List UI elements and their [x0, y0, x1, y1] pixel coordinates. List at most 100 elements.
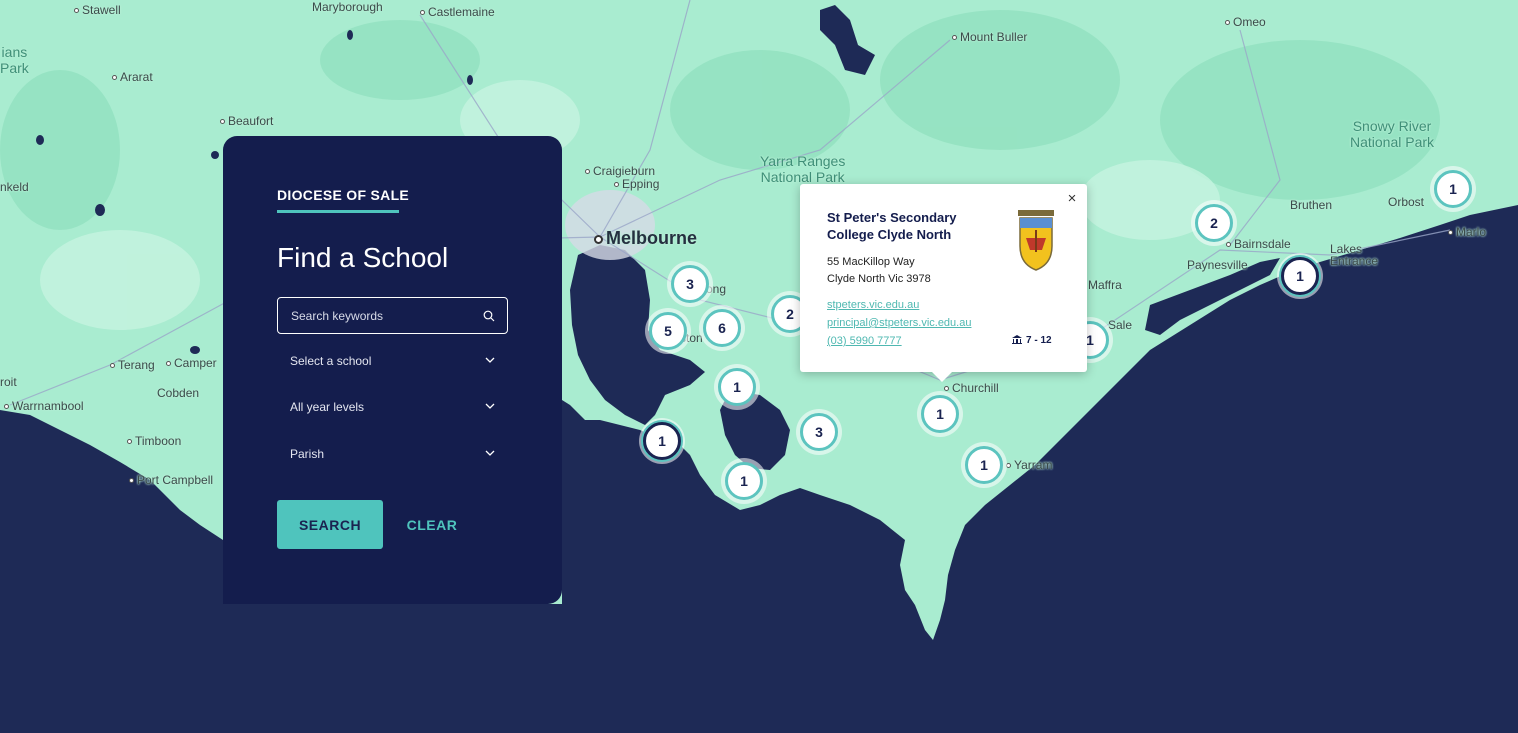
place-label: Ararat: [112, 70, 153, 84]
place-name: Yarra Ranges: [760, 153, 846, 169]
place-label: Maryborough: [312, 0, 383, 14]
map-marker-icon: [1225, 20, 1230, 26]
school-cluster[interactable]: 1: [961, 442, 1007, 488]
map-marker-icon: [952, 35, 957, 41]
website-link[interactable]: stpeters.vic.edu.au: [827, 296, 971, 314]
place-label: roit: [0, 375, 17, 389]
place-name: Beaufort: [228, 114, 274, 128]
place-name: ians: [1, 44, 28, 60]
school-building-icon: [1012, 335, 1022, 344]
map-marker-icon: [1448, 230, 1453, 236]
place-label: Beaufort: [220, 114, 273, 128]
map-marker-icon: [1226, 242, 1231, 248]
year-level-select[interactable]: All year levels: [277, 392, 508, 422]
place-name: Park: [0, 60, 29, 76]
place-name: Maffra: [1088, 278, 1122, 292]
place-name: Mount Buller: [960, 30, 1028, 44]
cluster-count: 1: [725, 462, 763, 500]
select-label: All year levels: [290, 400, 365, 414]
search-input[interactable]: [278, 298, 507, 333]
map-marker-icon: [110, 363, 115, 369]
close-icon[interactable]: ×: [1065, 191, 1079, 206]
school-cluster[interactable]: 3: [796, 409, 842, 455]
place-label-city: Melbourne: [594, 228, 697, 249]
school-contact-links: stpeters.vic.edu.au principal@stpeters.v…: [827, 296, 971, 350]
place-label: Orbost: [1388, 195, 1424, 209]
cluster-count: 1: [718, 368, 756, 406]
place-label: Bruthen: [1290, 198, 1332, 212]
year-levels: 7 - 12: [1012, 335, 1052, 346]
cluster-count: 1: [1434, 170, 1472, 208]
address-line: Clyde North Vic 3978: [827, 273, 931, 285]
clear-button[interactable]: CLEAR: [399, 500, 465, 549]
place-label: Omeo: [1225, 15, 1266, 29]
email-link[interactable]: principal@stpeters.vic.edu.au: [827, 314, 971, 332]
cluster-count: 1: [921, 395, 959, 433]
place-name: Melbourne: [606, 228, 698, 248]
place-name: Bruthen: [1290, 198, 1333, 212]
place-label: Maffra: [1088, 278, 1122, 292]
place-label: nkeld: [0, 180, 29, 194]
cluster-count: 3: [800, 413, 838, 451]
cluster-count: 1: [1281, 257, 1319, 295]
place-name: Marlo: [1456, 225, 1487, 239]
map-marker-icon: [594, 234, 603, 244]
place-name: Craigieburn: [593, 164, 656, 178]
map-marker-icon: [220, 119, 225, 125]
place-label: Lakes Entrance: [1330, 243, 1378, 267]
select-label: Parish: [290, 447, 325, 461]
place-name: Epping: [622, 177, 660, 191]
map-marker-icon: [74, 8, 79, 14]
school-cluster[interactable]: 2: [1191, 200, 1237, 246]
place-name: Churchill: [952, 381, 999, 395]
place-name: nkeld: [0, 180, 29, 194]
search-button[interactable]: SEARCH: [277, 500, 383, 549]
parish-select[interactable]: Parish: [277, 439, 508, 469]
map-marker-icon: [129, 478, 134, 484]
school-cluster[interactable]: 1: [721, 458, 767, 504]
place-label: Epping: [614, 177, 659, 191]
school-select[interactable]: Select a school: [277, 346, 508, 376]
phone-link[interactable]: (03) 5990 7777: [827, 332, 971, 350]
school-info-popup: × St Peter's Secondary College Clyde Nor…: [800, 184, 1087, 382]
place-label: Craigieburn: [585, 164, 655, 178]
cluster-count: 6: [703, 309, 741, 347]
school-cluster[interactable]: 3: [667, 261, 713, 307]
place-name: Omeo: [1233, 15, 1266, 29]
place-name: Stawell: [82, 3, 121, 17]
place-name: Terang: [118, 358, 155, 372]
place-name: National Park: [760, 169, 845, 185]
place-name: Timboon: [135, 434, 182, 448]
address-line: 55 MacKillop Way: [827, 256, 915, 268]
search-icon[interactable]: [483, 310, 495, 322]
place-name: Orbost: [1388, 195, 1425, 209]
school-address: 55 MacKillop Way Clyde North Vic 3978: [827, 254, 931, 288]
place-name: Ararat: [120, 70, 153, 84]
school-name: St Peter's Secondary College Clyde North: [827, 210, 957, 242]
place-label: Port Campbell: [129, 473, 213, 487]
place-name: Castlemaine: [428, 5, 495, 19]
cluster-count: 3: [671, 265, 709, 303]
school-cluster[interactable]: 1: [1277, 253, 1323, 299]
place-name: Paynesville: [1187, 258, 1248, 272]
map-marker-icon: [614, 182, 619, 188]
place-label: Camper: [166, 356, 217, 370]
place-label: Cobden: [157, 386, 199, 400]
place-name: Camper: [174, 356, 217, 370]
school-cluster[interactable]: 1: [917, 391, 963, 437]
cluster-count: 1: [643, 422, 681, 460]
place-name: Bairnsdale: [1234, 237, 1291, 251]
place-name: Entrance: [1330, 254, 1379, 268]
place-label: Marlo: [1448, 225, 1486, 239]
cluster-count: 2: [1195, 204, 1233, 242]
school-cluster[interactable]: 1: [1430, 166, 1476, 212]
place-label-park: Snowy River National Park: [1350, 118, 1434, 150]
school-cluster[interactable]: 1: [639, 418, 685, 464]
school-cluster[interactable]: 6: [699, 305, 745, 351]
place-label: Stawell: [74, 3, 121, 17]
chevron-down-icon: [485, 357, 495, 363]
place-name: roit: [0, 375, 17, 389]
school-cluster[interactable]: 5: [645, 308, 691, 354]
place-label-park: ians Park: [0, 44, 29, 76]
school-cluster[interactable]: 1: [714, 364, 760, 410]
